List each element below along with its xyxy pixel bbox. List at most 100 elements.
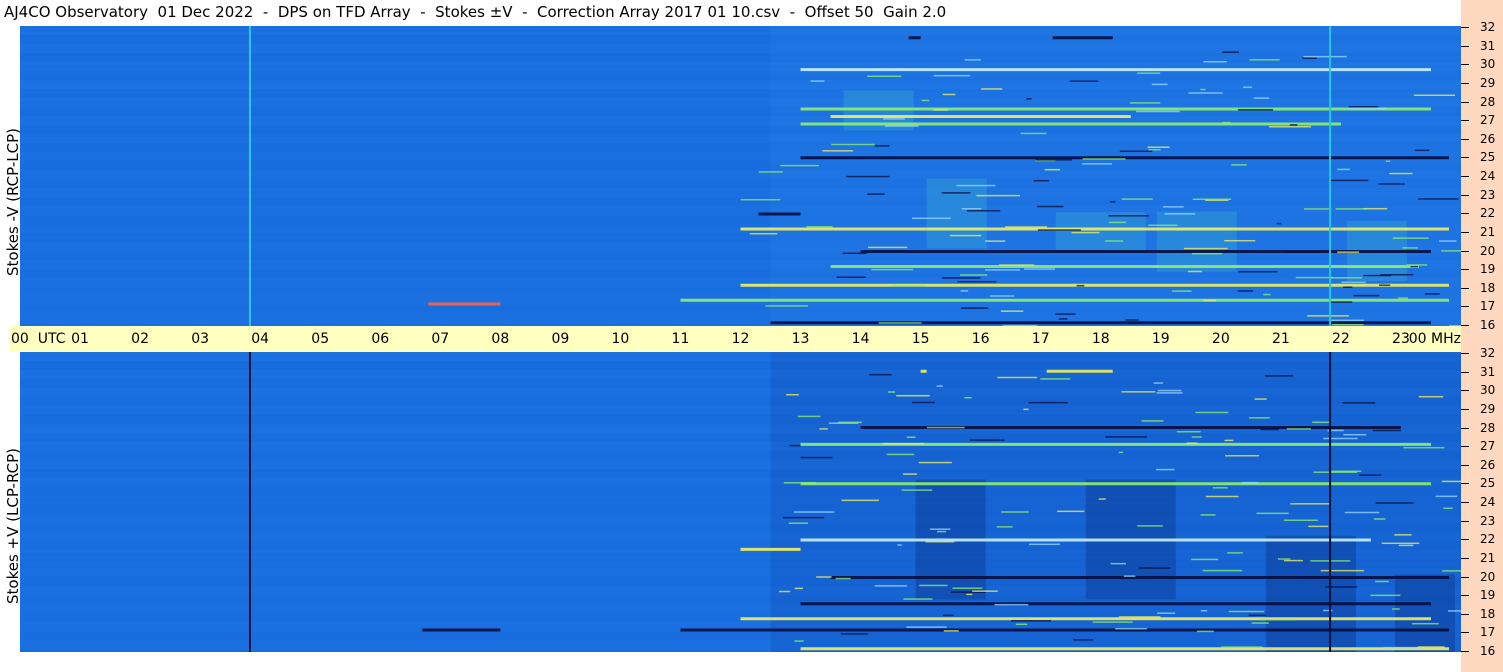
signal-streak xyxy=(1417,646,1445,648)
signal-streak xyxy=(838,421,862,424)
signal-streak xyxy=(964,396,972,399)
signal-streak xyxy=(1415,149,1430,152)
frequency-tick-label: 22 xyxy=(1480,532,1496,547)
signal-streak xyxy=(1375,502,1414,504)
signal-streak xyxy=(1200,609,1208,612)
signal-streak xyxy=(1441,250,1461,252)
signal-streak xyxy=(1171,290,1192,292)
interference-line xyxy=(422,628,501,632)
signal-streak xyxy=(911,217,951,220)
interference-line xyxy=(1052,36,1113,40)
signal-streak xyxy=(1343,286,1353,288)
frequency-tick-label: 23 xyxy=(1480,513,1496,528)
signal-streak xyxy=(1392,608,1400,610)
signal-streak xyxy=(1443,507,1453,509)
signal-streak xyxy=(749,232,778,235)
frequency-tick-label: 19 xyxy=(1480,262,1496,277)
frequency-tick-mark xyxy=(1461,287,1469,289)
utc-tick-label: 17 xyxy=(1031,331,1050,347)
signal-streak xyxy=(1342,402,1376,404)
frequency-tick-label: 28 xyxy=(1480,94,1496,109)
signal-streak xyxy=(1073,639,1094,641)
signal-streak xyxy=(921,99,930,102)
signal-streak xyxy=(835,577,851,580)
signal-streak xyxy=(1383,646,1424,649)
signal-streak xyxy=(1373,518,1386,520)
frequency-tick-label: 29 xyxy=(1480,401,1496,416)
signal-streak xyxy=(819,428,828,430)
frequency-tick-label: 26 xyxy=(1480,457,1496,472)
signal-streak xyxy=(1203,299,1216,302)
signal-streak xyxy=(1241,481,1259,484)
frequency-tick-label: 32 xyxy=(1480,20,1496,34)
utc-tick-label: 11 xyxy=(671,331,690,347)
signal-streak xyxy=(1347,107,1386,110)
signal-streak xyxy=(1344,511,1380,514)
signal-streak xyxy=(1224,239,1256,242)
frequency-tick-mark xyxy=(1461,157,1469,159)
signal-streak xyxy=(794,640,804,642)
signal-streak xyxy=(841,499,879,502)
signal-streak xyxy=(1228,610,1265,613)
signal-streak xyxy=(1069,80,1099,82)
signal-streak xyxy=(1289,124,1298,126)
signal-streak xyxy=(1283,519,1318,521)
signal-streak xyxy=(1231,164,1247,166)
signal-streak xyxy=(1441,480,1461,483)
signal-streak xyxy=(1105,436,1147,438)
signal-streak xyxy=(1098,498,1106,500)
signal-streak xyxy=(1183,247,1228,250)
frequency-tick-mark xyxy=(1461,45,1469,47)
signal-streak xyxy=(885,125,919,127)
signal-streak xyxy=(934,538,947,540)
signal-streak xyxy=(1335,208,1368,210)
utc-tick-label: 13 xyxy=(791,331,810,347)
signal-streak xyxy=(1394,534,1412,536)
signal-streak xyxy=(887,391,896,393)
signal-streak xyxy=(1188,92,1223,94)
signal-streak xyxy=(1307,315,1349,317)
signal-streak xyxy=(1442,570,1461,572)
signal-streak xyxy=(943,630,959,632)
signal-streak xyxy=(1200,514,1216,516)
signal-streak xyxy=(1378,183,1405,185)
frequency-tick-label: 17 xyxy=(1480,625,1496,640)
signal-streak xyxy=(1186,442,1198,444)
signal-streak xyxy=(1227,552,1243,554)
signal-streak xyxy=(740,198,781,201)
signal-streak xyxy=(942,93,956,96)
interference-line xyxy=(740,283,1449,287)
signal-streak xyxy=(794,511,835,513)
frequency-tick-label: 27 xyxy=(1480,113,1496,128)
frequency-tick-mark xyxy=(1461,557,1469,559)
signal-streak xyxy=(1410,265,1419,268)
utc-tick-label: 03 xyxy=(191,331,210,347)
signal-streak xyxy=(936,530,947,533)
signal-streak xyxy=(1242,86,1252,89)
signal-streak xyxy=(1323,437,1358,440)
frequency-tick-mark xyxy=(1461,483,1469,485)
signal-streak xyxy=(918,461,952,464)
signal-streak xyxy=(1286,251,1321,253)
signal-streak xyxy=(996,526,1013,528)
utc-tick-label: 23 xyxy=(1392,331,1410,347)
signal-streak xyxy=(1337,251,1360,253)
signal-streak xyxy=(1418,395,1444,398)
signal-streak xyxy=(1191,436,1202,438)
signal-streak xyxy=(1398,544,1414,547)
signal-streak xyxy=(1418,198,1459,200)
signal-streak xyxy=(1130,102,1161,104)
signal-streak xyxy=(1238,270,1278,273)
signal-streak xyxy=(966,210,1001,212)
signal-streak xyxy=(1260,428,1279,431)
frequency-tick-mark xyxy=(1461,390,1469,392)
frequency-tick-label: 20 xyxy=(1480,243,1496,258)
signal-streak xyxy=(912,401,935,404)
time-marker-line xyxy=(1329,26,1332,326)
signal-streak xyxy=(1277,558,1291,560)
signal-streak xyxy=(1200,88,1206,91)
signal-streak xyxy=(994,603,1029,606)
signal-streak xyxy=(1040,378,1071,380)
frequency-tick-mark xyxy=(1461,353,1469,354)
signal-streak xyxy=(1353,294,1380,297)
